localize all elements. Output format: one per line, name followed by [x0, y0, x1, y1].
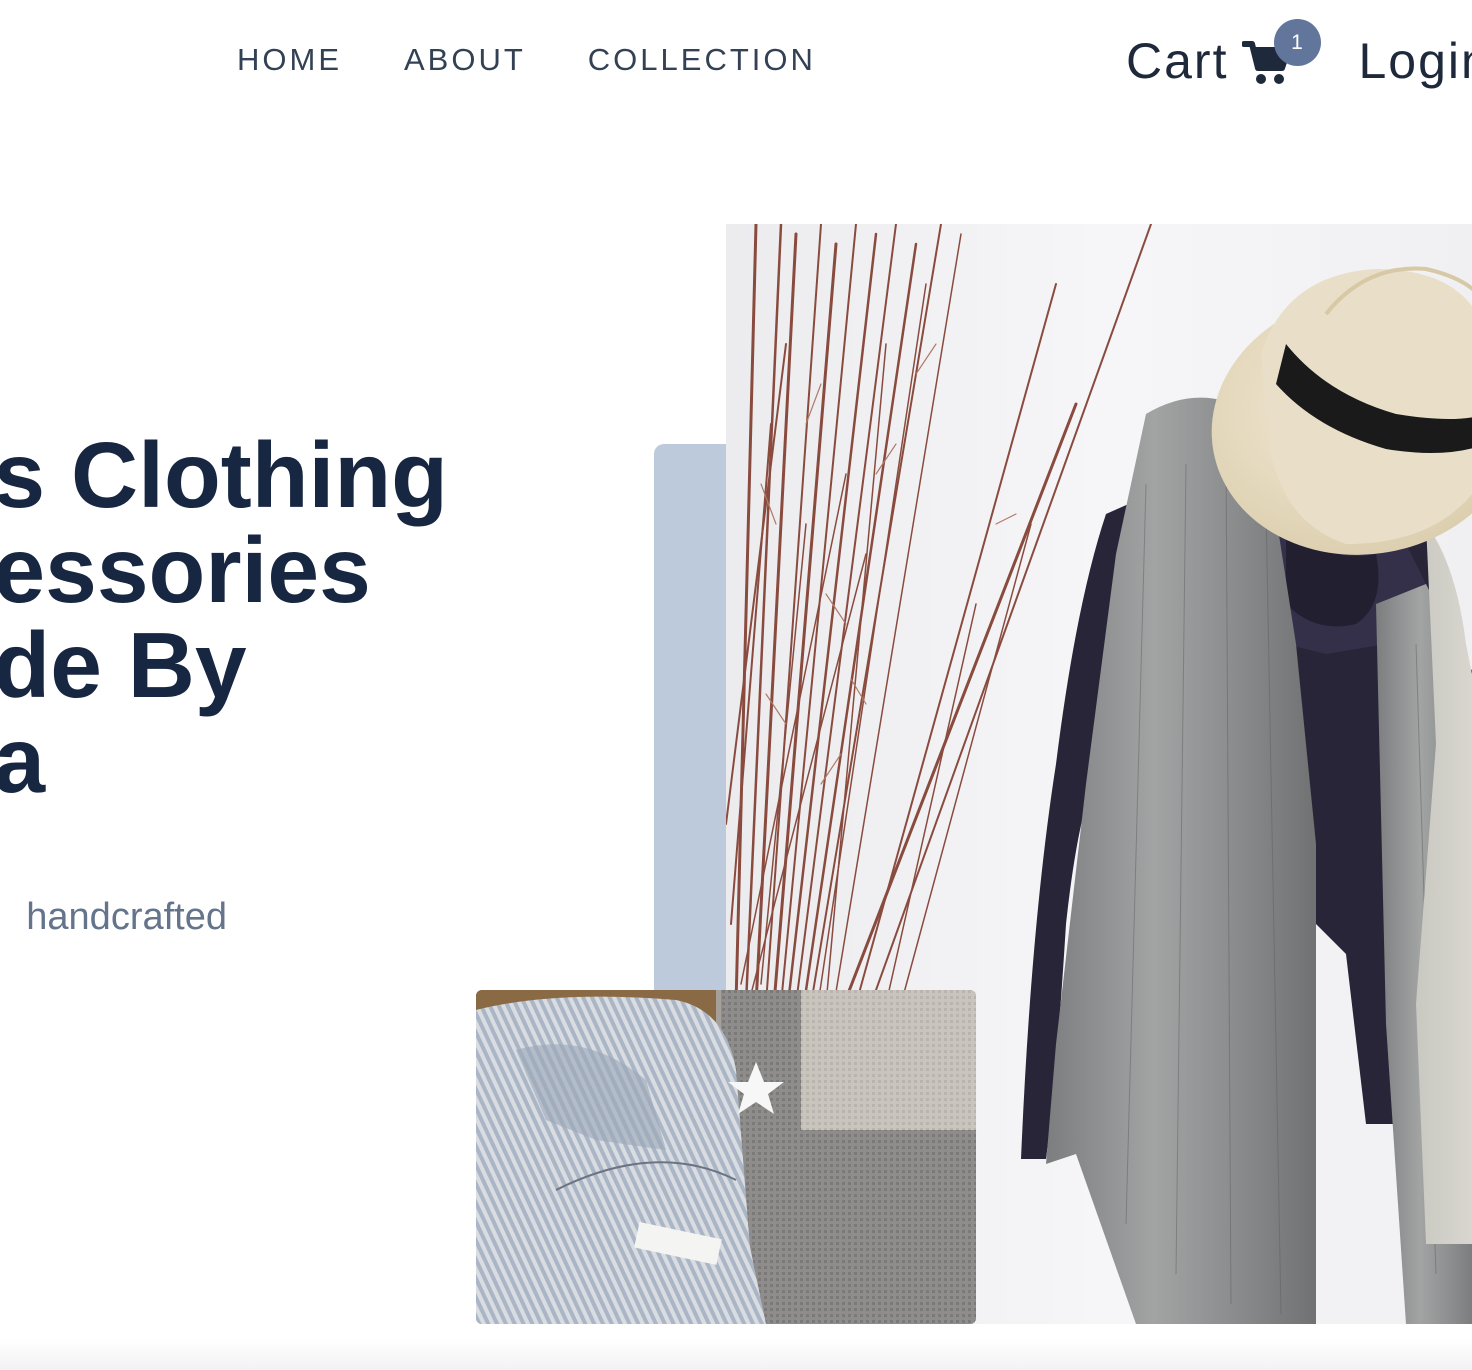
cart-count-badge: 1: [1274, 19, 1322, 66]
hero-title: s Clothing essories de By a: [0, 428, 448, 808]
nav-link-about[interactable]: ABOUT: [404, 42, 526, 78]
cart-button[interactable]: Cart 1: [1126, 19, 1322, 90]
cart-icon-container: 1: [1242, 19, 1322, 86]
hero-secondary-image: [476, 990, 976, 1324]
cart-label: Cart: [1126, 33, 1229, 89]
page-bottom-edge: [0, 1340, 1472, 1370]
nav-actions: Cart 1 Login: [1126, 19, 1472, 90]
folded-linen-illustration: [476, 990, 976, 1324]
login-link[interactable]: Login: [1358, 32, 1472, 90]
hero-title-line: de By: [0, 613, 247, 717]
hero-title-line: s Clothing: [0, 423, 448, 527]
nav-link-collection[interactable]: COLLECTION: [588, 42, 816, 78]
hero-subtitle: handcrafted: [26, 896, 227, 938]
nav-link-home[interactable]: HOME: [237, 42, 342, 78]
landing-page: HOME ABOUT COLLECTION Cart 1 Login s Clo…: [0, 0, 1472, 1370]
hero-title-line: a: [0, 708, 46, 812]
hero-title-line: essories: [0, 518, 371, 622]
main-nav: HOME ABOUT COLLECTION: [237, 42, 878, 78]
